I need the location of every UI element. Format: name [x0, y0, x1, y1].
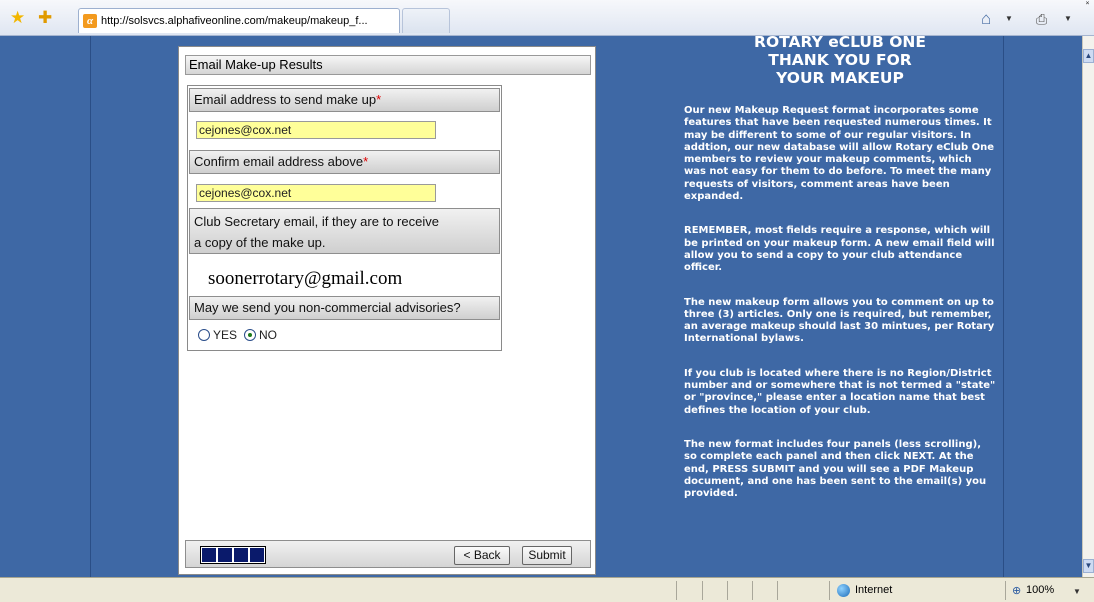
info-paragraph-1: Our new Makeup Request format incorporat… — [684, 105, 995, 203]
secretary-email-input[interactable]: soonerrotary@gmail.com — [208, 268, 402, 290]
advisory-radio-group: YES NO — [198, 328, 284, 342]
status-divider — [727, 581, 728, 600]
print-icon[interactable]: ⎙ — [1036, 11, 1047, 28]
status-divider — [829, 581, 830, 600]
form-footer: < Back Submit — [185, 540, 591, 568]
info-paragraph-4: If you club is located where there is no… — [684, 367, 996, 416]
globe-icon — [837, 584, 850, 597]
radio-yes[interactable] — [198, 329, 210, 341]
advisory-label: May we send you non-commercial advisorie… — [189, 296, 500, 320]
zoom-level[interactable]: 100% — [1026, 584, 1054, 596]
browser-tab[interactable]: α http://solsvcs.alphafiveonline.com/mak… — [78, 8, 400, 33]
back-button[interactable]: < Back — [454, 546, 510, 565]
tab-title: http://solsvcs.alphafiveonline.com/makeu… — [101, 15, 368, 27]
status-divider — [702, 581, 703, 600]
progress-segment — [234, 548, 248, 562]
radio-no[interactable] — [244, 329, 257, 341]
security-zone: Internet — [855, 584, 893, 596]
status-divider — [777, 581, 778, 600]
makeup-form-panel: Email Make-up Results Email address to s… — [178, 46, 596, 575]
scroll-up-icon[interactable]: ▲ — [1083, 49, 1094, 63]
progress-segment — [250, 548, 264, 562]
confirm-email-label-text: Confirm email address above — [194, 154, 364, 169]
info-title-line1: ROTARY eCLUB ONE — [754, 36, 926, 51]
browser-toolbar: ★ ✚ α http://solsvcs.alphafiveonline.com… — [0, 0, 1094, 36]
email-input[interactable]: cejones@cox.net — [196, 121, 436, 139]
status-divider — [1005, 581, 1006, 600]
info-paragraph-2: REMEMBER, most fields require a response… — [684, 225, 995, 274]
print-dropdown-icon[interactable]: ▼ — [1064, 14, 1072, 23]
panel-title: Email Make-up Results — [185, 55, 591, 75]
status-divider — [676, 581, 677, 600]
favorites-star-icon[interactable]: ★ — [10, 9, 25, 26]
secretary-email-label: Club Secretary email, if they are to rec… — [189, 208, 500, 254]
status-bar: Internet ⊕ 100% ▼ — [0, 577, 1094, 602]
info-title-line2: THANK YOU FOR — [768, 51, 912, 69]
confirm-email-label: Confirm email address above* — [189, 150, 500, 174]
info-paragraph-3: The new makeup form allows you to commen… — [684, 296, 995, 345]
info-paragraph-5: The new format includes four panels (les… — [684, 438, 987, 500]
status-divider — [752, 581, 753, 600]
home-dropdown-icon[interactable]: ▼ — [1005, 14, 1013, 23]
secretary-label-line1: Club Secretary email, if they are to rec… — [194, 214, 439, 229]
info-column: ROTARY eCLUB ONE THANK YOU FOR YOUR MAKE… — [684, 36, 996, 500]
email-label-text: Email address to send make up — [194, 92, 377, 107]
email-label: Email address to send make up* — [189, 88, 500, 112]
required-mark: * — [363, 154, 369, 169]
page-divider-right — [1003, 36, 1004, 577]
required-mark: * — [376, 92, 382, 107]
page-divider-left — [90, 36, 91, 577]
toolbar-chevron-icon[interactable]: ˟ — [1086, 0, 1089, 10]
page-viewport: Email Make-up Results Email address to s… — [0, 36, 1082, 577]
secretary-label-line2: a copy of the make up. — [194, 235, 326, 250]
radio-yes-label: YES — [213, 328, 238, 342]
confirm-email-input[interactable]: cejones@cox.net — [196, 184, 436, 202]
progress-segment — [202, 548, 216, 562]
home-icon[interactable]: ⌂ — [981, 9, 991, 29]
zoom-icon[interactable]: ⊕ — [1012, 584, 1021, 597]
vertical-scrollbar[interactable]: ▲ ▼ — [1082, 36, 1094, 577]
new-tab-button[interactable] — [402, 8, 450, 33]
submit-button[interactable]: Submit — [522, 546, 572, 565]
progress-indicator — [200, 546, 266, 564]
scroll-down-icon[interactable]: ▼ — [1083, 559, 1094, 573]
site-favicon-icon: α — [83, 14, 97, 28]
add-favorites-icon[interactable]: ✚ — [38, 9, 52, 26]
progress-segment — [218, 548, 232, 562]
email-form: Email address to send make up* cejones@c… — [187, 85, 502, 351]
info-title-line3: YOUR MAKEUP — [776, 69, 904, 87]
zoom-dropdown-icon[interactable]: ▼ — [1073, 587, 1081, 596]
radio-no-label: NO — [259, 328, 278, 342]
